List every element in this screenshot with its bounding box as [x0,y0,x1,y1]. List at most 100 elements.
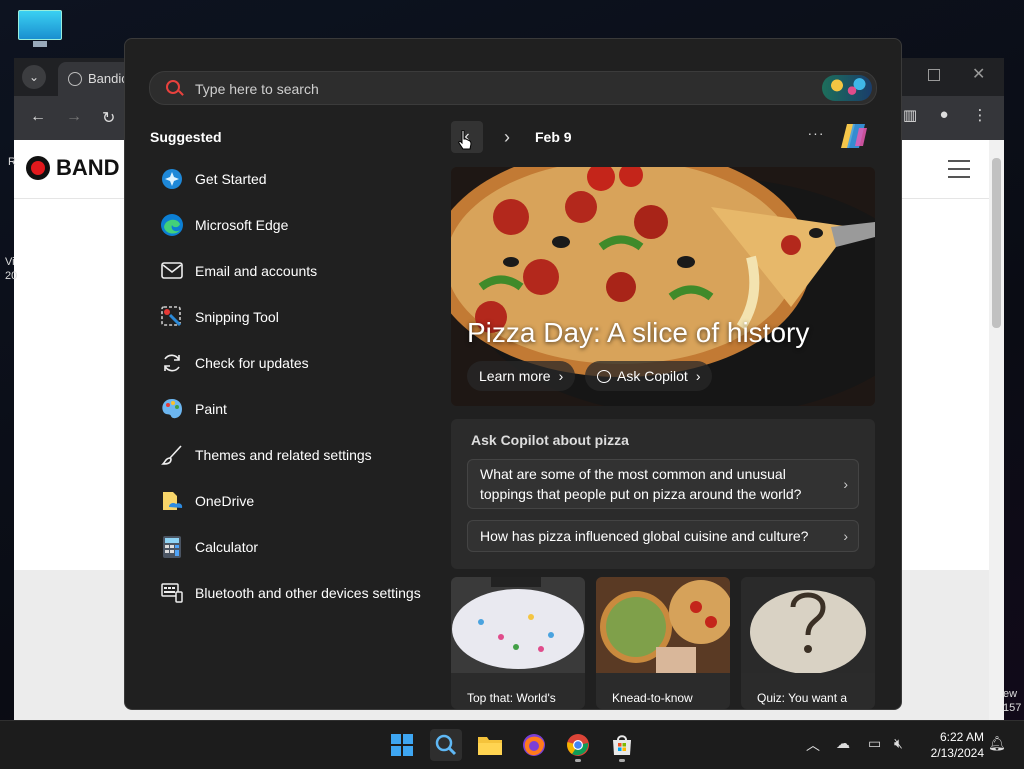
copilot-question-1[interactable]: What are some of the most common and unu… [467,459,859,509]
story-image [596,577,730,673]
hero-title: Pizza Day: A slice of history [467,317,810,348]
suggested-item-check-for-updates[interactable]: Check for updates [149,340,439,386]
mail-icon [159,258,185,284]
chevron-right-icon: › [504,127,510,147]
calculator-icon [159,534,185,560]
suggested-app-list: Get Started Microsoft Edge Email and acc… [149,156,439,616]
notification-bell-icon[interactable]: 🔔︎ [988,735,1006,752]
background-text: ew [1003,688,1018,700]
suggested-item-label: Paint [195,401,227,417]
suggested-item-onedrive[interactable]: OneDrive [149,478,439,524]
taskbar-clock[interactable]: 6:22 AM 2/13/2024 [920,729,984,761]
onedrive-icon [159,488,185,514]
story-card[interactable]: Top that: World's [451,577,585,709]
chevron-right-icon: › [695,368,701,384]
suggested-item-label: Calculator [195,539,259,555]
suggested-item-get-started[interactable]: Get Started [149,156,439,202]
get-started-icon [159,166,185,192]
file-explorer-button[interactable] [474,729,506,761]
brush-icon [159,442,185,468]
next-day-button[interactable]: › [497,123,517,151]
story-title: Top that: World's [467,691,556,705]
search-box[interactable] [149,71,877,106]
taskbar-search-button[interactable] [430,729,462,761]
maximize-button[interactable] [928,69,940,81]
suggested-item-calculator[interactable]: Calculator [149,524,439,570]
firefox-icon [523,734,545,756]
search-flyout-panel: Suggested Get Started Microsoft Edge Ema… [124,38,902,710]
forward-arrow-icon[interactable]: → [66,108,82,126]
globe-icon [68,72,82,86]
running-indicator [575,759,581,762]
site-brand: BAND [56,155,120,180]
highlight-hero-card[interactable]: Pizza Day: A slice of history Learn more… [451,167,875,406]
sidebar-icon[interactable]: ▥ [900,106,920,126]
learn-more-button[interactable]: Learn more › [467,361,576,391]
suggested-item-microsoft-edge[interactable]: Microsoft Edge [149,202,439,248]
story-title: Quiz: You want a [757,691,848,705]
copilot-icon[interactable] [839,122,869,150]
background-text: 20 [5,270,18,282]
firefox-button[interactable] [518,729,550,761]
tab-search-dropdown-button[interactable]: ⌄ [22,65,46,89]
store-icon [613,735,631,755]
suggested-item-label: Email and accounts [195,263,318,279]
onedrive-cloud-icon[interactable]: ☁ [836,735,850,752]
story-card[interactable]: Knead-to-know [596,577,730,709]
ask-copilot-label: Ask Copilot [617,368,688,384]
chrome-icon [567,734,589,756]
background-text: 157 [1003,702,1022,714]
copilot-question-2[interactable]: How has pizza influenced global cuisine … [467,520,859,552]
microsoft-store-button[interactable] [606,729,638,762]
background-text: R [8,156,16,168]
this-pc-desktop-icon[interactable] [18,10,62,48]
more-options-button[interactable]: ··· [805,125,827,147]
devices-icon [159,580,185,606]
background-text: Vi [5,256,15,268]
search-highlight-illustration[interactable] [822,75,872,101]
suggested-heading: Suggested [150,129,222,145]
clock-time: 6:22 AM [939,730,984,744]
question-text: How has pizza influenced global cuisine … [480,528,809,544]
snipping-tool-icon [159,304,185,330]
highlight-date: Feb 9 [535,129,572,145]
suggested-item-bluetooth-and-other-devices-settings[interactable]: Bluetooth and other devices settings [149,570,439,616]
folder-icon [478,737,502,755]
windows-logo-icon [391,734,413,756]
chevron-right-icon: › [558,368,564,384]
back-arrow-icon[interactable]: ← [30,108,46,126]
show-hidden-icons-chevron-icon[interactable]: ︿ [806,735,820,755]
search-icon [435,734,457,756]
page-scrollbar[interactable] [989,140,1004,720]
suggested-item-snipping-tool[interactable]: Snipping Tool [149,294,439,340]
running-indicator [619,759,625,762]
volume-muted-icon[interactable]: 🔇︎ [894,735,903,752]
paint-icon [159,396,185,422]
story-image [451,577,585,673]
close-window-button[interactable]: ✕ [972,64,985,84]
suggested-item-label: Snipping Tool [195,309,279,325]
question-text-line: toppings that people put on pizza around… [480,486,802,502]
search-input[interactable] [193,72,797,106]
network-icon[interactable]: ▭ [868,735,881,752]
chrome-button[interactable] [562,729,594,762]
suggested-item-paint[interactable]: Paint [149,386,439,432]
suggested-item-email-and-accounts[interactable]: Email and accounts [149,248,439,294]
profile-icon[interactable]: ● [934,106,954,126]
start-button[interactable] [386,729,418,761]
learn-more-label: Learn more [479,368,551,384]
reload-icon[interactable]: ↻ [102,108,115,128]
update-icon [159,350,185,376]
story-card[interactable]: Quiz: You want a [741,577,875,709]
suggested-item-label: Themes and related settings [195,447,372,463]
suggested-item-themes-and-related-settings[interactable]: Themes and related settings [149,432,439,478]
clock-date: 2/13/2024 [930,746,984,760]
story-title: Knead-to-know [612,691,693,705]
suggested-item-label: Microsoft Edge [195,217,289,233]
suggested-item-label: Get Started [195,171,267,187]
story-image [741,577,875,674]
ask-copilot-button[interactable]: Ask Copilot › [585,361,713,391]
hamburger-menu-icon[interactable] [948,160,970,184]
kebab-menu-icon[interactable]: ⋮ [970,106,990,126]
ask-copilot-card: Ask Copilot about pizza What are some of… [451,419,875,569]
